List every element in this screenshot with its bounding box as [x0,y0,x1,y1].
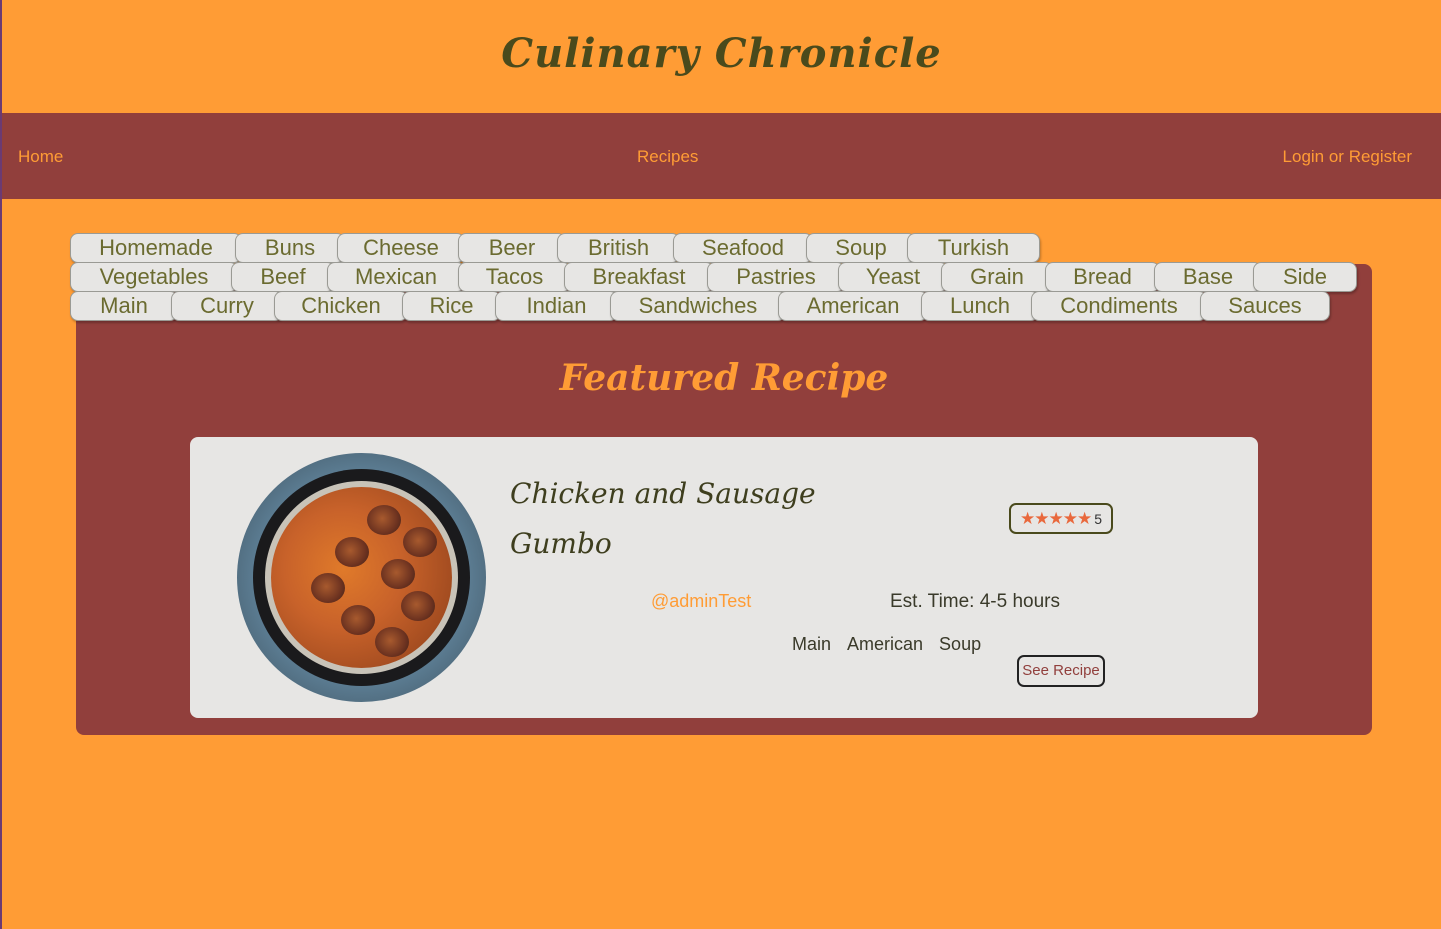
tag-sandwiches[interactable]: Sandwiches [610,291,786,321]
recipe-title: Chicken and Sausage Gumbo [510,469,830,569]
tag-main[interactable]: Main [70,291,178,321]
tag-sauces[interactable]: Sauces [1200,291,1330,321]
rating-badge: ★★★★★ 5 [1009,503,1113,534]
tag-bread[interactable]: Bread [1045,262,1160,292]
tag-lunch[interactable]: Lunch [921,291,1039,321]
rating-value: 5 [1094,510,1102,527]
nav-login-register-link[interactable]: Login or Register [1283,147,1412,167]
tag-side[interactable]: Side [1253,262,1357,292]
tag-vegetables[interactable]: Vegetables [70,262,238,292]
tag-cheese[interactable]: Cheese [337,233,465,263]
author-link[interactable]: @adminTest [651,591,751,612]
tag-pastries[interactable]: Pastries [707,262,845,292]
recipe-title-line1: Chicken and Sausage [510,477,816,510]
recipe-tag: Soup [939,634,982,654]
tag-chicken[interactable]: Chicken [274,291,408,321]
tag-british[interactable]: British [557,233,680,263]
site-title: Culinary Chronicle [501,30,942,77]
star-icons: ★★★★★ [1020,508,1092,529]
navbar: Home Recipes Login or Register [2,113,1441,199]
tag-soup[interactable]: Soup [806,233,916,263]
featured-heading: Featured Recipe [559,357,889,399]
tag-grain[interactable]: Grain [941,262,1053,292]
recipe-tag: Main [792,634,832,654]
tag-condiments[interactable]: Condiments [1031,291,1207,321]
tag-indian[interactable]: Indian [495,291,618,321]
tag-homemade[interactable]: Homemade [70,233,242,263]
featured-panel: Featured Recipe Chicken and Sausage Gumb… [76,264,1372,735]
recipe-photo [237,453,486,702]
tag-beef[interactable]: Beef [231,262,335,292]
tag-buns[interactable]: Buns [235,233,345,263]
tag-mexican[interactable]: Mexican [327,262,465,292]
tag-breakfast[interactable]: Breakfast [564,262,714,292]
recipe-tags: Main American Soup [792,634,981,655]
tag-yeast[interactable]: Yeast [838,262,948,292]
site-header: Culinary Chronicle [2,0,1441,113]
tag-base[interactable]: Base [1154,262,1262,292]
tag-curry[interactable]: Curry [171,291,283,321]
nav-recipes-link[interactable]: Recipes [637,147,698,167]
nav-home-link[interactable]: Home [18,147,63,167]
tag-tacos[interactable]: Tacos [458,262,571,292]
tag-rice[interactable]: Rice [402,291,501,321]
tag-seafood[interactable]: Seafood [673,233,813,263]
recipe-tag: American [847,634,924,654]
featured-recipe-card: Chicken and Sausage Gumbo ★★★★★ 5 @admin… [190,437,1258,718]
tag-turkish[interactable]: Turkish [907,233,1040,263]
estimated-time: Est. Time: 4-5 hours [890,591,1061,612]
tag-american[interactable]: American [778,291,928,321]
plate-image [253,469,470,686]
tag-beer[interactable]: Beer [458,233,566,263]
see-recipe-button[interactable]: See Recipe [1017,655,1105,687]
recipe-title-line2: Gumbo [510,527,612,560]
